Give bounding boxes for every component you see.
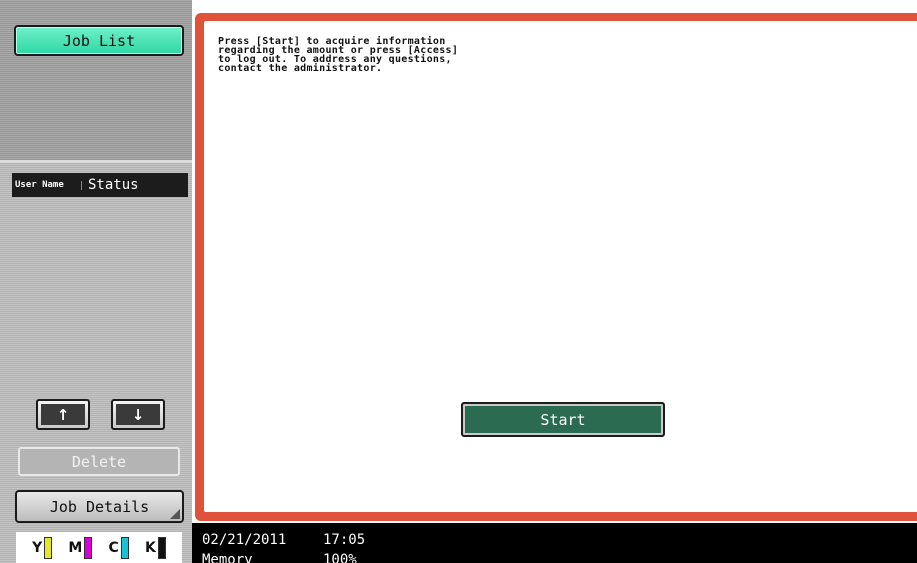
toner-magenta: M bbox=[68, 536, 93, 559]
toner-label: K bbox=[145, 539, 156, 556]
instruction-message: Press [Start] to acquire information reg… bbox=[218, 36, 459, 74]
column-header-status: Status bbox=[88, 177, 139, 193]
toner-bar-icon bbox=[44, 536, 53, 559]
column-header-user-name: User Name bbox=[12, 180, 82, 190]
job-list-label: Job List bbox=[62, 31, 136, 50]
toner-black: K bbox=[145, 536, 166, 559]
job-list-button[interactable]: Job List bbox=[14, 25, 184, 56]
sidebar-header-area bbox=[0, 0, 192, 160]
toner-cyan: C bbox=[108, 536, 129, 559]
scroll-down-button[interactable]: ↓ bbox=[111, 399, 165, 430]
corner-indicator-icon bbox=[170, 509, 180, 519]
scroll-up-button[interactable]: ↑ bbox=[36, 399, 90, 430]
delete-label: Delete bbox=[71, 452, 127, 471]
arrow-down-icon: ↓ bbox=[131, 405, 145, 424]
job-details-label: Job Details bbox=[49, 497, 150, 516]
sidebar-divider bbox=[0, 160, 192, 163]
main-panel-frame: Press [Start] to acquire information reg… bbox=[195, 13, 917, 521]
start-button[interactable]: Start bbox=[461, 402, 665, 437]
memory-value: 100% bbox=[323, 552, 357, 563]
memory-label: Memory bbox=[202, 552, 253, 563]
status-bar: 02/21/2011 17:05 Memory 100% bbox=[192, 523, 917, 563]
job-sidebar: Job List User Name Status ↑ ↓ Delete Job… bbox=[0, 0, 192, 563]
toner-label: C bbox=[108, 539, 119, 556]
toner-bar-icon bbox=[84, 536, 93, 559]
job-table-header: User Name Status bbox=[12, 173, 188, 197]
start-label: Start bbox=[540, 410, 586, 429]
status-date: 02/21/2011 bbox=[202, 532, 287, 548]
arrow-up-icon: ↑ bbox=[56, 405, 70, 424]
toner-bar-icon bbox=[157, 536, 166, 559]
toner-yellow: Y bbox=[32, 536, 53, 559]
toner-levels: Y M C K bbox=[16, 532, 182, 563]
toner-bar-icon bbox=[120, 536, 129, 559]
status-time: 17:05 bbox=[323, 532, 366, 548]
toner-label: Y bbox=[32, 539, 43, 556]
job-details-button[interactable]: Job Details bbox=[15, 490, 184, 523]
toner-label: M bbox=[68, 539, 83, 556]
main-panel: Press [Start] to acquire information reg… bbox=[204, 21, 917, 512]
delete-button[interactable]: Delete bbox=[18, 447, 180, 476]
